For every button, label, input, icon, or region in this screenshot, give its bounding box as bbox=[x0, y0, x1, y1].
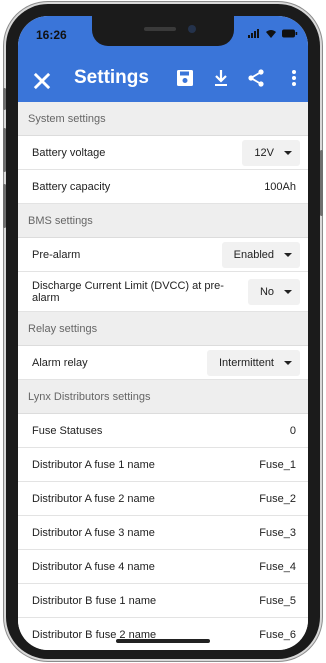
save-icon[interactable] bbox=[175, 68, 195, 88]
fuse-row-label: Distributor A fuse 1 name bbox=[32, 458, 155, 471]
dvcc-row: Discharge Current Limit (DVCC) at pre-al… bbox=[18, 272, 308, 312]
pre-alarm-select[interactable]: Enabled bbox=[221, 241, 300, 268]
status-bar: 16:26 bbox=[18, 16, 308, 54]
notch bbox=[92, 16, 234, 46]
home-indicator[interactable] bbox=[116, 639, 210, 643]
pre-alarm-label: Pre-alarm bbox=[32, 248, 81, 261]
pre-alarm-row: Pre-alarm Enabled bbox=[18, 238, 308, 272]
fuse-row-value: Fuse_4 bbox=[259, 560, 296, 573]
fuse-row-label: Distributor A fuse 2 name bbox=[32, 492, 155, 505]
dropdown-arrow-icon bbox=[284, 150, 292, 155]
settings-list: System settings Battery voltage 12V Batt… bbox=[18, 102, 308, 650]
battery-voltage-value: 12V bbox=[254, 146, 274, 159]
list-item[interactable]: Distributor A fuse 1 name Fuse_1 bbox=[18, 448, 308, 482]
battery-capacity-row[interactable]: Battery capacity 100Ah bbox=[18, 170, 308, 204]
battery-capacity-value: 100Ah bbox=[264, 180, 296, 193]
fuse-row-value: Fuse_5 bbox=[259, 594, 296, 607]
battery-voltage-row: Battery voltage 12V bbox=[18, 136, 308, 170]
side-button bbox=[320, 150, 323, 216]
list-item[interactable]: Distributor A fuse 3 name Fuse_3 bbox=[18, 516, 308, 550]
battery-voltage-label: Battery voltage bbox=[32, 146, 106, 159]
list-item[interactable]: Distributor B fuse 2 name Fuse_6 bbox=[18, 618, 308, 650]
list-item[interactable]: Distributor A fuse 4 name Fuse_4 bbox=[18, 550, 308, 584]
dropdown-arrow-icon bbox=[284, 289, 292, 294]
status-time: 16:26 bbox=[36, 28, 67, 42]
dvcc-label: Discharge Current Limit (DVCC) at pre-al… bbox=[32, 279, 224, 304]
section-header-bms: BMS settings bbox=[18, 204, 308, 238]
alarm-relay-value: Intermittent bbox=[218, 356, 274, 369]
app-bar: Settings bbox=[18, 54, 308, 102]
page-title: Settings bbox=[74, 67, 149, 88]
list-item[interactable]: Fuse Statuses 0 bbox=[18, 414, 308, 448]
list-item[interactable]: Distributor B fuse 1 name Fuse_5 bbox=[18, 584, 308, 618]
fuse-row-value: Fuse_3 bbox=[259, 526, 296, 539]
camera bbox=[188, 25, 196, 33]
section-header-system: System settings bbox=[18, 102, 308, 136]
fuse-row-label: Distributor B fuse 1 name bbox=[32, 594, 157, 607]
side-button bbox=[3, 88, 6, 110]
dvcc-value: No bbox=[259, 285, 274, 298]
section-header-relay: Relay settings bbox=[18, 312, 308, 346]
wifi-icon bbox=[266, 30, 276, 38]
battery-icon bbox=[282, 29, 298, 38]
speaker bbox=[144, 27, 176, 31]
fuse-row-label: Distributor A fuse 3 name bbox=[32, 526, 155, 539]
fuse-row-value: Fuse_1 bbox=[259, 458, 296, 471]
fuse-row-value: 0 bbox=[289, 424, 296, 437]
pre-alarm-value: Enabled bbox=[233, 248, 274, 261]
status-icons bbox=[248, 29, 298, 38]
signal-icon bbox=[248, 29, 259, 38]
battery-voltage-select[interactable]: 12V bbox=[242, 139, 300, 166]
side-button bbox=[3, 184, 6, 228]
battery-capacity-label: Battery capacity bbox=[32, 180, 111, 193]
alarm-relay-row: Alarm relay Intermittent bbox=[18, 346, 308, 380]
alarm-relay-label: Alarm relay bbox=[32, 356, 88, 369]
fuse-row-label: Fuse Statuses bbox=[32, 424, 103, 437]
alarm-relay-select[interactable]: Intermittent bbox=[206, 349, 300, 376]
section-header-lynx: Lynx Distributors settings bbox=[18, 380, 308, 414]
list-item[interactable]: Distributor A fuse 2 name Fuse_2 bbox=[18, 482, 308, 516]
fuse-row-value: Fuse_6 bbox=[259, 628, 296, 641]
screen: 16:26 Settings System settings Battery v… bbox=[18, 16, 308, 650]
share-icon[interactable] bbox=[246, 68, 266, 88]
more-vert-icon[interactable] bbox=[284, 68, 304, 88]
download-icon[interactable] bbox=[211, 68, 231, 88]
fuse-row-label: Distributor A fuse 4 name bbox=[32, 560, 155, 573]
side-button bbox=[3, 128, 6, 172]
close-icon[interactable] bbox=[32, 71, 52, 91]
dropdown-arrow-icon bbox=[284, 360, 292, 365]
dropdown-arrow-icon bbox=[284, 252, 292, 257]
fuse-row-value: Fuse_2 bbox=[259, 492, 296, 505]
dvcc-select[interactable]: No bbox=[247, 278, 300, 305]
